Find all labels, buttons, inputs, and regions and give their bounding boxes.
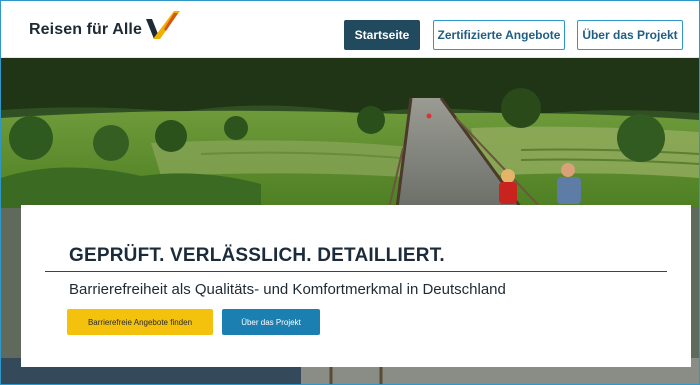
nav-ueber-das-projekt[interactable]: Über das Projekt [577, 20, 683, 50]
hero-subline: Barrierefreiheit als Qualitäts- und Komf… [69, 281, 506, 298]
page-frame: Reisen für Alle Startseite Zertifizierte… [0, 0, 700, 385]
nav-zertifizierte-angebote[interactable]: Zertifizierte Angebote [433, 20, 565, 50]
logo-text: Reisen für Alle [29, 21, 142, 38]
site-logo[interactable]: Reisen für Alle [29, 11, 184, 47]
nav-startseite[interactable]: Startseite [344, 20, 420, 50]
find-offers-button[interactable]: Barrierefreie Angebote finden [67, 309, 213, 335]
about-project-button-label: Über das Projekt [241, 317, 301, 327]
v-swoosh-logo-icon [145, 11, 180, 39]
about-project-button[interactable]: Über das Projekt [222, 309, 320, 335]
site-header: Reisen für Alle Startseite Zertifizierte… [1, 1, 699, 58]
nav-ueber-das-projekt-label: Über das Projekt [582, 28, 678, 42]
nav-startseite-label: Startseite [354, 28, 410, 42]
nav-zertifizierte-angebote-label: Zertifizierte Angebote [437, 28, 561, 42]
hero-content-card: GEPRÜFT. VERLÄSSLICH. DETAILLIERT. Barri… [21, 205, 691, 367]
headline-divider [45, 271, 667, 272]
find-offers-button-label: Barrierefreie Angebote finden [87, 317, 193, 327]
hero-headline: GEPRÜFT. VERLÄSSLICH. DETAILLIERT. [69, 245, 445, 266]
